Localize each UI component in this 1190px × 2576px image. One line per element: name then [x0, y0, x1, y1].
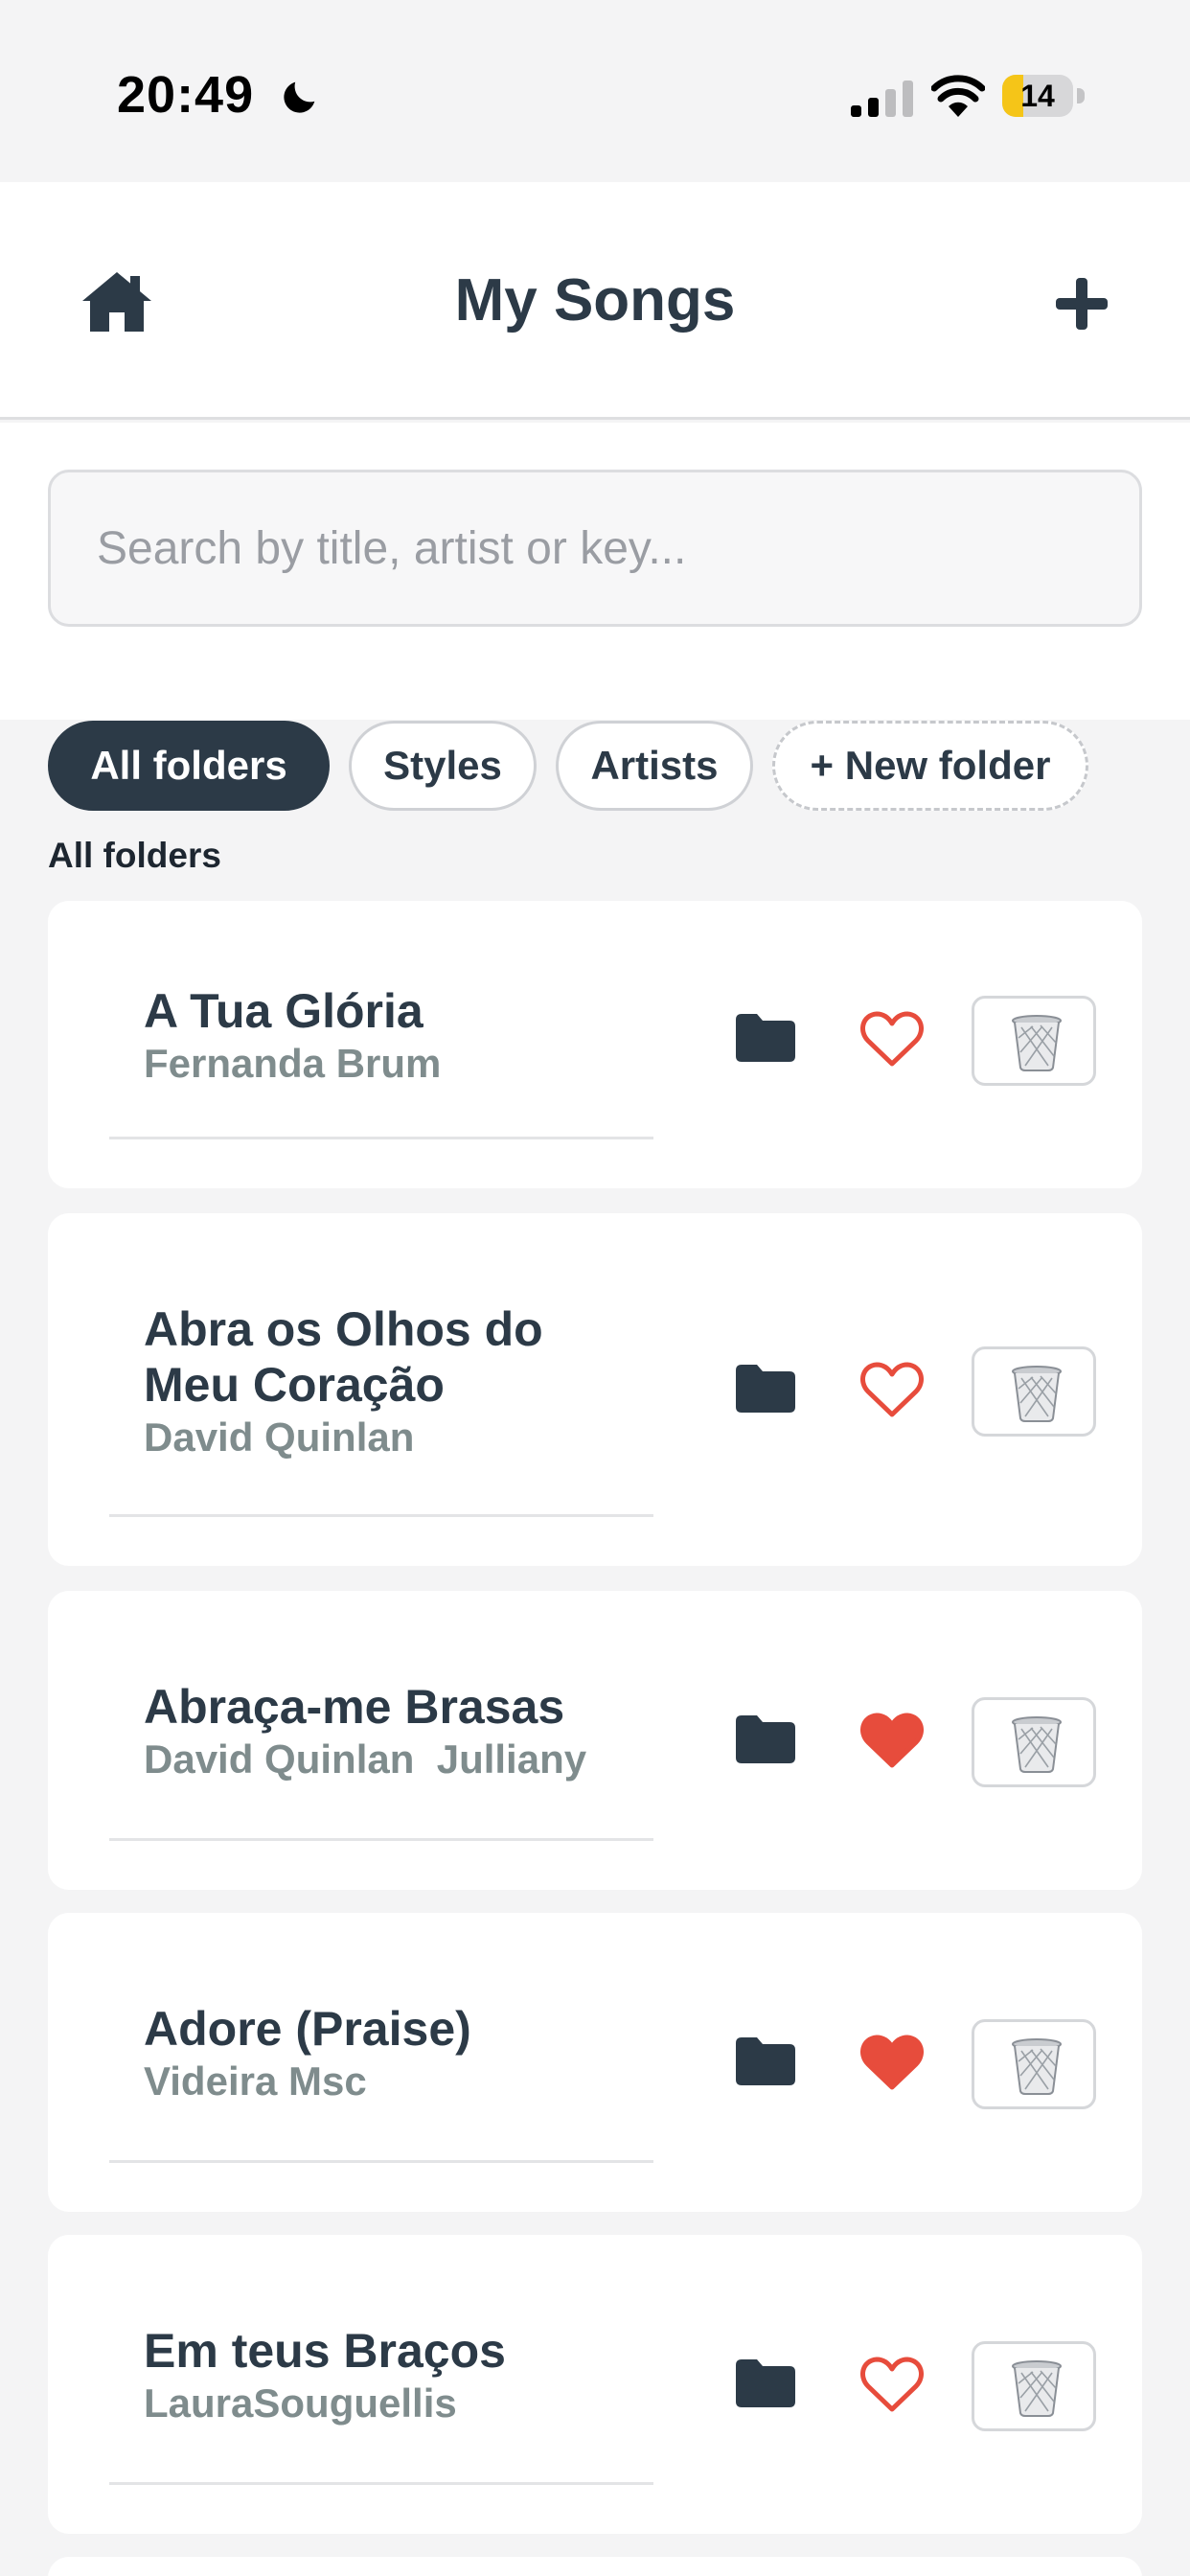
folder-icon[interactable]	[736, 1715, 795, 1763]
new-folder-button[interactable]: + New folder	[772, 721, 1088, 811]
song-divider	[109, 1137, 653, 1139]
signal-icon	[851, 80, 913, 117]
current-folder-label: All folders	[48, 836, 221, 875]
song-card[interactable]: Adore (Praise) Videira Msc	[48, 1913, 1142, 2212]
song-divider	[109, 1838, 653, 1841]
song-artist: LauraSouguellis	[144, 2380, 457, 2426]
song-text: A Tua Glória Fernanda Brum	[144, 983, 642, 1089]
chip-artists[interactable]: Artists	[556, 721, 753, 811]
app-header: My Songs	[0, 182, 1190, 420]
trash-icon	[1012, 2360, 1062, 2417]
heart-outline-icon[interactable]	[860, 1010, 924, 1068]
wifi-icon	[931, 75, 985, 117]
search-area	[0, 423, 1190, 720]
song-text: Abra os Olhos do Meu Coração David Quinl…	[144, 1301, 584, 1462]
delete-button[interactable]	[972, 2019, 1096, 2109]
folder-icon[interactable]	[736, 2359, 795, 2407]
status-time: 20:49	[117, 66, 255, 124]
song-title: Em teus Braços	[144, 2324, 506, 2378]
song-title: Adore (Praise)	[144, 2002, 471, 2056]
song-card-partial[interactable]	[48, 2557, 1142, 2576]
song-title: Abra os Olhos do Meu Coração	[144, 1302, 543, 1412]
trash-icon	[1012, 1015, 1062, 1071]
battery-tip	[1077, 88, 1085, 104]
song-text: Em teus Braços LauraSouguellis	[144, 2323, 642, 2428]
page-title: My Songs	[454, 267, 736, 334]
heart-outline-icon[interactable]	[860, 2356, 924, 2413]
song-card[interactable]: Em teus Braços LauraSouguellis	[48, 2235, 1142, 2534]
song-text: Adore (Praise) Videira Msc	[144, 2001, 642, 2106]
trash-icon	[1012, 1366, 1062, 1422]
folder-icon[interactable]	[736, 2037, 795, 2085]
chip-styles[interactable]: Styles	[349, 721, 537, 811]
delete-button[interactable]	[972, 1346, 1096, 1437]
delete-button[interactable]	[972, 1697, 1096, 1787]
song-title: A Tua Glória	[144, 984, 423, 1038]
song-divider	[109, 2160, 653, 2163]
heart-outline-icon[interactable]	[860, 1361, 924, 1418]
battery-icon: 14	[1002, 75, 1073, 117]
song-divider	[109, 2482, 653, 2485]
song-card[interactable]: Abra os Olhos do Meu Coração David Quinl…	[48, 1213, 1142, 1566]
trash-icon	[1012, 1716, 1062, 1773]
delete-button[interactable]	[972, 996, 1096, 1086]
battery-level: 14	[1020, 79, 1055, 113]
song-artist: Fernanda Brum	[144, 1041, 442, 1086]
plus-icon[interactable]	[1052, 274, 1111, 334]
song-card[interactable]: A Tua Glória Fernanda Brum	[48, 901, 1142, 1188]
song-artist: Videira Msc	[144, 2058, 367, 2104]
song-text: Abraça-me Brasas David Quinlan Julliany	[144, 1679, 642, 1784]
song-card[interactable]: Abraça-me Brasas David Quinlan Julliany	[48, 1591, 1142, 1890]
folder-icon[interactable]	[736, 1365, 795, 1413]
trash-icon	[1012, 2038, 1062, 2095]
heart-filled-icon[interactable]	[860, 1712, 924, 1769]
status-bar: 20:49 14	[0, 0, 1190, 182]
moon-icon	[284, 81, 315, 113]
song-divider	[109, 1514, 653, 1517]
chip-all-folders[interactable]: All folders	[48, 721, 330, 811]
delete-button[interactable]	[972, 2341, 1096, 2431]
song-title: Abraça-me Brasas	[144, 1680, 565, 1734]
folder-icon[interactable]	[736, 1014, 795, 1062]
song-artist: David Quinlan	[144, 1414, 415, 1460]
search-input[interactable]	[48, 470, 1142, 627]
song-artist: David Quinlan Julliany	[144, 1736, 587, 1782]
heart-filled-icon[interactable]	[860, 2034, 924, 2091]
